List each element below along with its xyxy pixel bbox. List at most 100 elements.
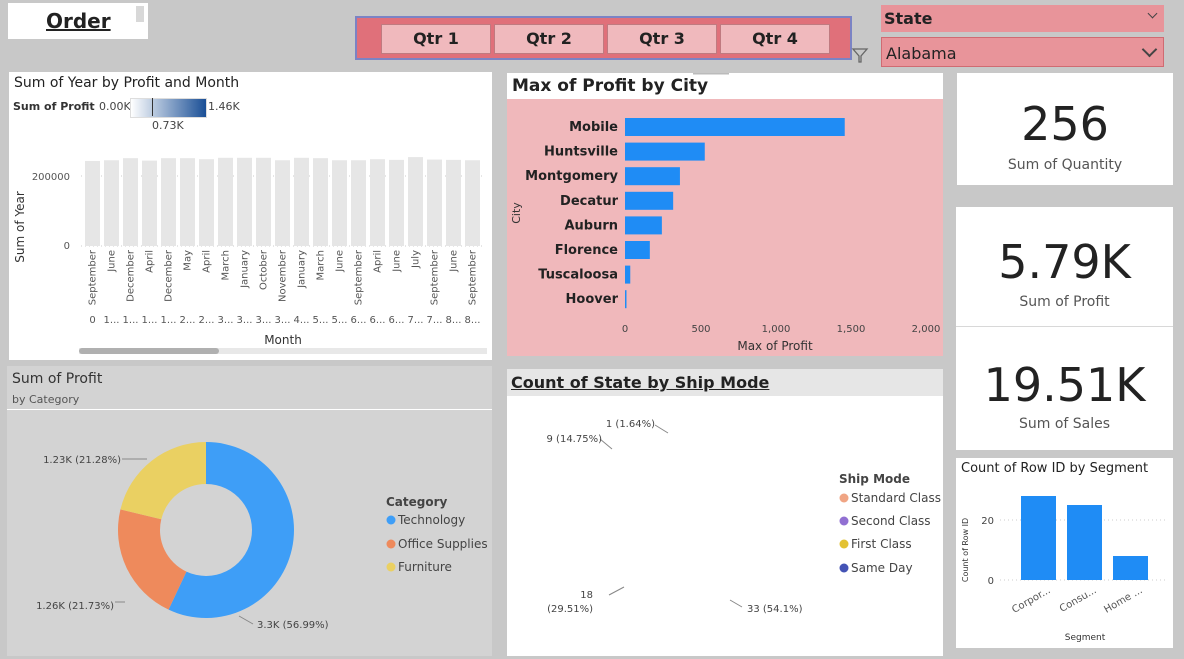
y-tick-label: Montgomery (525, 169, 618, 184)
x-tick-label: Home ... (1102, 585, 1144, 616)
x-tick-label: June (392, 250, 403, 273)
data-label: 1.26K (21.73%) (36, 601, 114, 612)
x-tick-sublabel: 3... (218, 315, 234, 326)
year-by-month-chart: Sum of Year by Profit and Month Sum of P… (9, 72, 492, 360)
x-tick-label: April (145, 250, 156, 273)
card-quantity-label: Sum of Quantity (1007, 157, 1123, 173)
qtr-2-button[interactable]: Qtr 2 (494, 24, 604, 54)
x-tick-label: May (183, 250, 194, 271)
state-dropdown[interactable]: Alabama (881, 37, 1164, 67)
x-tick-sublabel: 3... (237, 315, 253, 326)
data-label: 1 (1.64%) (606, 419, 655, 430)
x-tick-label: January (240, 250, 251, 289)
x-tick-sublabel: 6... (389, 315, 405, 326)
bar (180, 158, 195, 246)
x-tick-label: Corpor... (1010, 585, 1052, 616)
bar (1113, 556, 1148, 580)
bar (408, 157, 423, 246)
bar (104, 160, 119, 246)
legend-item: Same Day (851, 561, 913, 575)
pie-slice (120, 442, 206, 520)
chevron-down-icon[interactable] (1147, 8, 1158, 19)
state-slicer-header[interactable]: State (881, 5, 1164, 32)
x-tick-sublabel: 7... (427, 315, 443, 326)
x-tick: 0 (622, 324, 628, 335)
y-axis-title: City (510, 202, 523, 224)
year-by-month-plot: Sum of Year 200000 0 September 0 June 1... D… (13, 157, 487, 354)
scroll-grip[interactable] (136, 6, 144, 22)
x-tick-label: April (373, 250, 384, 273)
x-tick-sublabel: 7... (408, 315, 424, 326)
bar (625, 191, 674, 210)
bar (85, 160, 100, 246)
x-tick-sublabel: 1... (104, 315, 120, 326)
card-sum-quantity: 256 Sum of Quantity (957, 73, 1173, 185)
y-tick-label: Hoover (566, 292, 619, 307)
x-tick-label: October (259, 249, 270, 290)
x-tick: 2,000 (912, 324, 941, 335)
x-tick-sublabel: 5... (332, 315, 348, 326)
data-label: 9 (14.75%) (547, 434, 603, 445)
legend-item: Furniture (398, 560, 452, 574)
report-title-box: Order (8, 3, 148, 39)
bar (275, 160, 290, 246)
bar (199, 159, 214, 246)
chevron-down-icon[interactable] (1141, 41, 1158, 58)
legend-marker (386, 562, 396, 572)
data-label: 18 (580, 590, 593, 601)
data-label: 33 (54.1%) (747, 604, 803, 615)
card-profit-value: 5.79K (998, 235, 1131, 289)
y-tick: 0 (988, 576, 994, 587)
legend-marker (839, 516, 849, 526)
bar (625, 167, 680, 186)
legend-marker (839, 539, 849, 549)
qtr-4-button[interactable]: Qtr 4 (720, 24, 830, 54)
report-title: Order (46, 9, 111, 33)
x-axis-title: Month (264, 333, 302, 347)
legend-marker (386, 515, 396, 525)
bar (313, 158, 328, 246)
x-tick-label: November (278, 249, 289, 302)
x-tick: 1,500 (837, 324, 866, 335)
filter-icon[interactable] (851, 46, 869, 64)
y-tick: 20 (981, 516, 994, 527)
scrollbar-thumb[interactable] (79, 348, 219, 354)
qtr-3-button[interactable]: Qtr 3 (607, 24, 717, 54)
x-axis-title: Max of Profit (737, 339, 813, 353)
qtr-1-button[interactable]: Qtr 1 (381, 24, 491, 54)
bar (332, 160, 347, 246)
profit-by-city-chart: Max of Profit by City City Mobile Huntsvi… (507, 73, 943, 356)
state-by-shipmode-chart: Count of State by Ship Mode 1 (1.64%) 9 … (507, 369, 943, 656)
rows-by-segment-plot: Count of Row ID 20 0 Corpor... Consu... Ho… (961, 496, 1166, 643)
bar (1021, 496, 1056, 580)
x-tick-label: September (88, 249, 99, 305)
bar (294, 157, 309, 246)
legend-marker (839, 493, 849, 503)
quarter-slicer: Qtr 1 Qtr 2 Qtr 3 Qtr 4 (355, 16, 852, 60)
bar (446, 159, 461, 246)
legend-title: Ship Mode (839, 472, 910, 486)
bar (123, 158, 138, 246)
y-axis-title: Count of Row ID (961, 518, 970, 582)
legend-marker (386, 539, 396, 549)
x-tick-sublabel: 5... (313, 315, 329, 326)
x-tick-sublabel: 6... (370, 315, 386, 326)
x-tick-label: March (316, 250, 327, 280)
x-tick-label: September (468, 249, 479, 305)
x-tick-sublabel: 2... (180, 315, 196, 326)
bar (625, 290, 627, 309)
bar (625, 118, 845, 136)
bar (351, 160, 366, 246)
rows-by-segment-chart: Count of Row ID by Segment Count of Row … (956, 458, 1173, 648)
x-axis-title: Segment (1065, 633, 1106, 643)
profit-by-city-plot: City Mobile Huntsville Montgomery Decatur Au… (510, 73, 941, 353)
x-tick-sublabel: 8... (446, 315, 462, 326)
card-sales-label: Sum of Sales (1018, 416, 1111, 432)
legend-title: Category (386, 495, 448, 509)
legend-item: Second Class (851, 514, 931, 528)
bar (625, 142, 705, 161)
leader-line (238, 615, 254, 625)
x-tick-sublabel: 8... (465, 315, 481, 326)
y-tick-label: Tuscaloosa (538, 268, 618, 283)
card-sales-value: 19.51K (983, 358, 1146, 412)
